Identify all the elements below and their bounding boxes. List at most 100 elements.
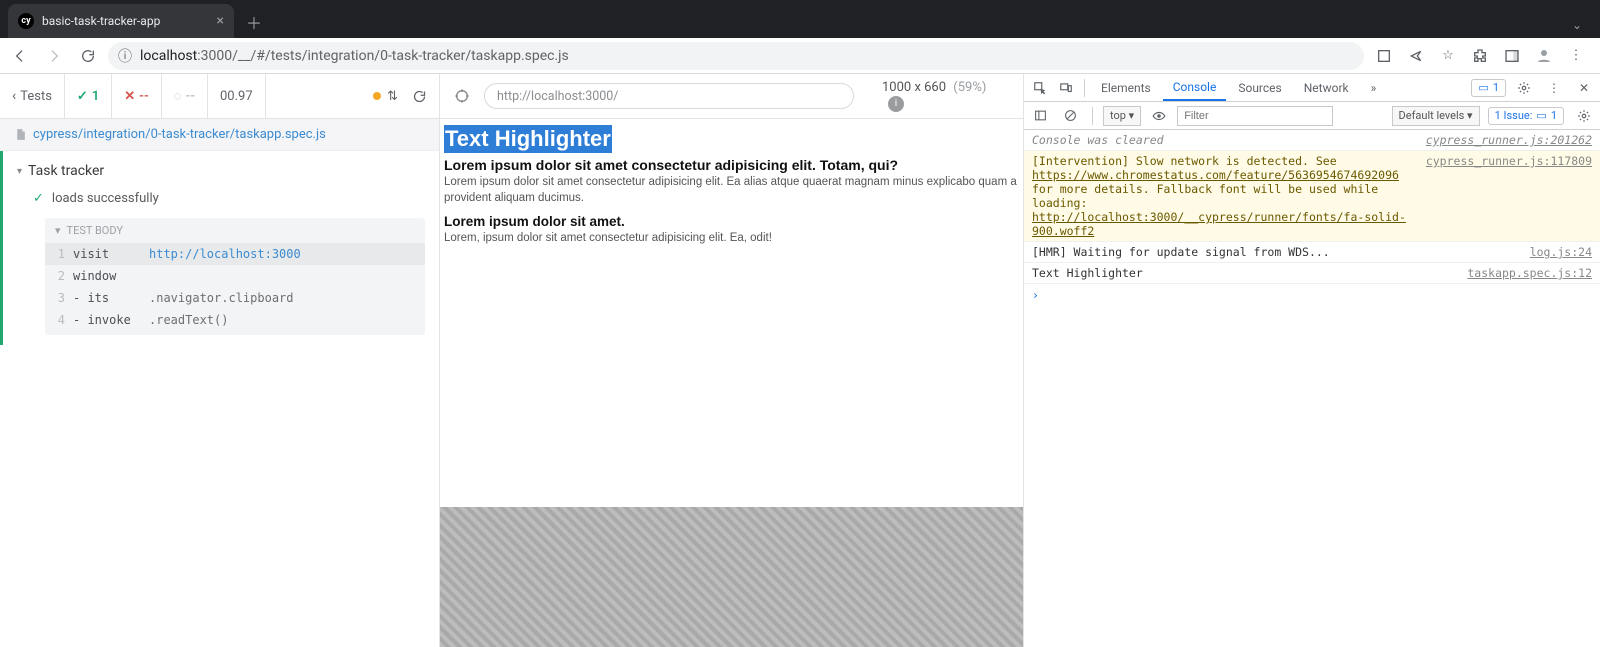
line-number: 4 <box>51 313 73 327</box>
test-row[interactable]: ✓ loads successfully <box>3 185 439 212</box>
warn-link[interactable]: http://localhost:3000/__cypress/runner/f… <box>1032 210 1406 238</box>
inspect-element-icon[interactable] <box>1028 81 1052 95</box>
command-row[interactable]: 2window <box>45 265 425 287</box>
side-panel-icon[interactable] <box>1498 42 1526 70</box>
tabs-overflow-icon[interactable]: » <box>1361 74 1387 101</box>
source-link[interactable]: cypress_runner.js:117809 <box>1426 154 1592 238</box>
highlighted-heading: Text Highlighter <box>444 125 612 153</box>
line-number: 2 <box>51 269 73 283</box>
command-arg: .navigator.clipboard <box>149 291 419 305</box>
console-output[interactable]: Console was cleared cypress_runner.js:20… <box>1024 130 1600 306</box>
console-toolbar: top ▾ Default levels ▾ 1 Issue: ▭ 1 <box>1024 102 1600 130</box>
console-line: Text Highlighter taskapp.spec.js:12 <box>1024 263 1600 284</box>
cypress-favicon: cy <box>18 13 34 29</box>
bookmark-star-icon[interactable]: ☆ <box>1434 42 1462 70</box>
command-row[interactable]: 4- invoke.readText() <box>45 309 425 331</box>
caret-down-icon: ▾ <box>17 166 22 177</box>
browser-toolbar: ⓘ localhost:3000/__/#/tests/integration/… <box>0 38 1600 74</box>
test-name: loads successfully <box>52 191 159 206</box>
selector-playground-icon[interactable] <box>454 88 470 104</box>
line-number: 1 <box>51 247 73 261</box>
aut-url[interactable]: http://localhost:3000/ <box>484 83 854 109</box>
paragraph-heading: Lorem ipsum dolor sit amet consectetur a… <box>444 157 1019 173</box>
file-icon <box>14 128 27 141</box>
chat-icon: ▭ <box>1478 81 1488 94</box>
install-app-icon[interactable] <box>1370 42 1398 70</box>
reload-button[interactable] <box>74 42 102 70</box>
stats-passed: ✓1 <box>65 74 112 118</box>
site-info-icon[interactable]: ⓘ <box>118 46 132 66</box>
paragraph-heading: Lorem ipsum dolor sit amet. <box>444 214 1019 229</box>
url-rest: :3000/__/#/tests/integration/0-task-trac… <box>197 48 569 64</box>
settings-gear-icon[interactable] <box>1512 81 1536 95</box>
source-link[interactable]: log.js:24 <box>1530 245 1592 259</box>
command-row[interactable]: 1visithttp://localhost:3000 <box>45 243 425 265</box>
reporter-toolbar: ‹ Tests ✓1 ✕-- ◌-- 00.97 ⇅ <box>0 74 439 119</box>
console-line: [HMR] Waiting for update signal from WDS… <box>1024 242 1600 263</box>
suite-row[interactable]: ▾ Task tracker <box>3 157 439 185</box>
aut-panel: http://localhost:3000/ 1000 x 660 (59%) … <box>440 74 1024 647</box>
source-link[interactable]: taskapp.spec.js:12 <box>1467 266 1592 280</box>
browser-tab[interactable]: cy basic-task-tracker-app × <box>8 4 234 38</box>
devtools-tabbar: Elements Console Sources Network » ▭ 1 ⋮… <box>1024 74 1600 102</box>
paragraph-text: Lorem, ipsum dolor sit amet consectetur … <box>444 231 1019 247</box>
dot-icon <box>373 92 381 100</box>
device-toolbar-icon[interactable] <box>1054 81 1078 95</box>
send-icon[interactable] <box>1402 42 1430 70</box>
tabstrip-chevron-icon[interactable]: ⌄ <box>1572 18 1600 38</box>
extensions-icon[interactable] <box>1466 42 1494 70</box>
live-expression-icon[interactable] <box>1147 109 1171 123</box>
warn-link[interactable]: https://www.chromestatus.com/feature/563… <box>1032 168 1399 182</box>
new-tab-button[interactable]: ＋ <box>240 8 268 36</box>
command-arg: http://localhost:3000 <box>149 247 419 261</box>
console-filter-input[interactable] <box>1177 106 1333 126</box>
clear-console-icon[interactable] <box>1058 109 1082 122</box>
aut-toolbar: http://localhost:3000/ 1000 x 660 (59%) … <box>440 74 1023 119</box>
spec-file-link[interactable]: cypress/integration/0-task-tracker/taska… <box>0 119 439 151</box>
caret-down-icon: ▾ <box>55 224 61 237</box>
console-prompt[interactable]: › <box>1024 284 1600 306</box>
profile-icon[interactable] <box>1530 42 1558 70</box>
spec-path: cypress/integration/0-task-tracker/taska… <box>33 127 326 142</box>
run-duration: 00.97 <box>208 74 266 118</box>
tab-title: basic-task-tracker-app <box>42 14 209 28</box>
viewport-readout: 1000 x 660 (59%) i <box>882 80 1009 112</box>
cypress-reporter: ‹ Tests ✓1 ✕-- ◌-- 00.97 ⇅ <box>0 74 440 647</box>
browser-tabstrip: cy basic-task-tracker-app × ＋ ⌄ <box>0 0 1600 38</box>
console-settings-gear-icon[interactable] <box>1572 109 1596 123</box>
stats-pending: ◌-- <box>162 74 208 118</box>
stats-failed: ✕-- <box>112 74 161 118</box>
address-bar[interactable]: ⓘ localhost:3000/__/#/tests/integration/… <box>108 42 1364 70</box>
kebab-menu-icon[interactable]: ⋮ <box>1562 42 1590 70</box>
autoscroll-toggle[interactable]: ⇅ <box>373 89 398 104</box>
messages-badge[interactable]: ▭ 1 <box>1471 79 1506 97</box>
tab-elements[interactable]: Elements <box>1091 74 1161 101</box>
kebab-menu-icon[interactable]: ⋮ <box>1542 81 1566 95</box>
command-row[interactable]: 3- its.navigator.clipboard <box>45 287 425 309</box>
tab-network[interactable]: Network <box>1294 74 1359 101</box>
aut-content: Text Highlighter Lorem ipsum dolor sit a… <box>440 119 1023 247</box>
tab-sources[interactable]: Sources <box>1228 74 1291 101</box>
command-log: ▾ TEST BODY 1visithttp://localhost:30002… <box>45 218 425 335</box>
back-to-tests[interactable]: ‹ Tests <box>0 74 65 118</box>
console-sidebar-icon[interactable] <box>1028 109 1052 122</box>
tab-console[interactable]: Console <box>1163 74 1227 101</box>
command-arg: .readText() <box>149 313 419 327</box>
test-body-label: TEST BODY <box>67 224 123 237</box>
log-levels-selector[interactable]: Default levels ▾ <box>1392 106 1480 126</box>
command-name: window <box>73 269 149 283</box>
line-number: 3 <box>51 291 73 305</box>
aut-empty-area <box>440 507 1023 647</box>
paragraph-text: Lorem ipsum dolor sit amet consectetur a… <box>444 175 1019 206</box>
sort-icon: ⇅ <box>387 89 398 104</box>
issues-badge[interactable]: 1 Issue: ▭ 1 <box>1488 107 1564 125</box>
close-devtools-icon[interactable]: ✕ <box>1572 81 1596 95</box>
rerun-button[interactable] <box>412 89 427 104</box>
info-icon[interactable]: i <box>888 96 904 112</box>
source-link[interactable]: cypress_runner.js:201262 <box>1426 133 1592 147</box>
back-button[interactable] <box>6 42 34 70</box>
command-name: visit <box>73 247 149 261</box>
forward-button[interactable] <box>40 42 68 70</box>
context-selector[interactable]: top ▾ <box>1103 106 1141 126</box>
close-tab-icon[interactable]: × <box>217 13 224 29</box>
